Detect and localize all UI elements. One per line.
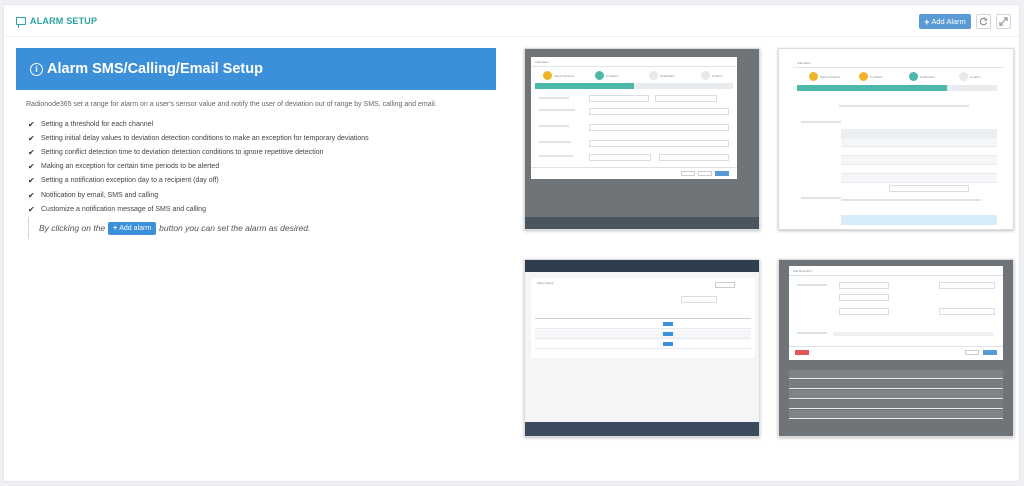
plus-icon: + xyxy=(924,16,930,27)
check-icon: ✔ xyxy=(28,190,35,200)
add-alarm-condition-screenshot[interactable]: Add Alarm Select Channel Condition Notif… xyxy=(524,48,760,230)
refresh-icon xyxy=(979,17,988,26)
check-icon: ✔ xyxy=(28,162,35,172)
list-item: ✔ Setting a threshold for each channel xyxy=(28,119,154,129)
add-alarm-hint: By clicking on the + Add alarm button yo… xyxy=(28,217,310,239)
alarm-list-screenshot[interactable]: Alarm Setup xyxy=(524,259,760,437)
refresh-button[interactable] xyxy=(976,14,991,29)
check-icon: ✔ xyxy=(28,133,35,143)
check-icon: ✔ xyxy=(28,176,35,186)
add-recipient-screenshot[interactable]: Add Recipient xyxy=(778,259,1014,437)
inline-add-alarm-button[interactable]: + Add alarm xyxy=(108,221,157,235)
plus-icon: + xyxy=(113,224,118,232)
list-item: ✔ Making an exception for certain time pe… xyxy=(28,162,220,172)
setup-banner: i Alarm SMS/Calling/Email Setup xyxy=(16,48,496,90)
check-icon: ✔ xyxy=(28,119,35,129)
list-item: ✔ Setting initial delay values to deviati… xyxy=(28,133,369,143)
list-item: ✔ Setting conflict detection time to devi… xyxy=(28,147,324,157)
expand-icon xyxy=(999,17,1008,26)
info-icon: i xyxy=(30,62,43,76)
add-alarm-notification-screenshot[interactable]: Add Alarm Select Channel Condition Notif… xyxy=(778,48,1014,230)
page-title: ALARM SETUP xyxy=(30,16,98,26)
modal: Add Alarm Select Channel Condition Notif… xyxy=(779,49,1013,229)
description: Radionode365 set a range for alarm on a … xyxy=(26,101,437,108)
add-alarm-button[interactable]: + Add Alarm xyxy=(919,14,971,29)
alarm-setup-panel: ALARM SETUP + Add Alarm i Alarm SMS/Call… xyxy=(3,4,1020,482)
list-item: ✔ Notification by email, SMS and calling xyxy=(28,190,159,200)
list-item: ✔ Setting a notification exception day to… xyxy=(28,176,219,186)
expand-button[interactable] xyxy=(996,14,1011,29)
modal: Add Alarm Select Channel Condition Notif… xyxy=(531,57,737,179)
chat-icon xyxy=(16,17,26,28)
panel-header: ALARM SETUP + Add Alarm xyxy=(4,5,1019,37)
alarm-table: Alarm Setup xyxy=(531,278,755,358)
check-icon: ✔ xyxy=(28,147,35,157)
banner-title: Alarm SMS/Calling/Email Setup xyxy=(47,61,263,77)
list-item: ✔ Customize a notification message of SMS… xyxy=(28,204,206,214)
add-alarm-label: Add Alarm xyxy=(931,17,966,26)
feature-list: ✔ Setting a threshold for each channel ✔ S… xyxy=(28,117,369,216)
check-icon: ✔ xyxy=(28,204,35,214)
modal: Add Recipient xyxy=(789,266,1003,360)
